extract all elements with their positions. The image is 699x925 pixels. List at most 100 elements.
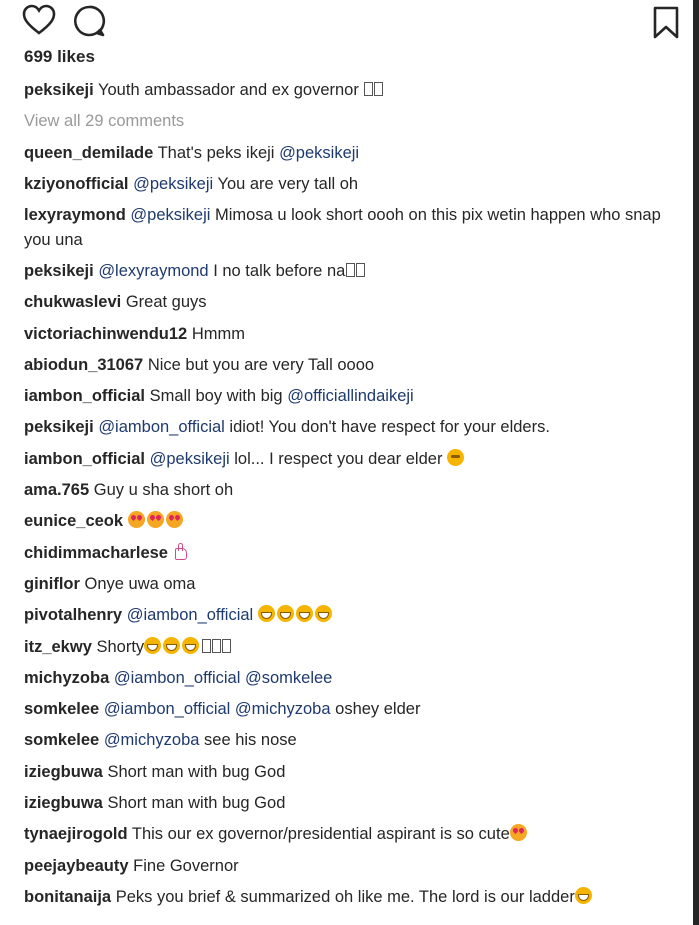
laughing-emoji-icon — [257, 605, 275, 623]
comment-text: Peks you brief & summarized oh like me. … — [115, 887, 575, 906]
comment-row: iziegbuwa Short man with bug God — [24, 760, 664, 785]
comment-row: chukwaslevi Great guys — [24, 290, 664, 315]
comment-text: That's peks ikeji — [157, 143, 275, 162]
comment-row: iambon_official @peksikeji lol... I resp… — [24, 447, 664, 472]
comment-text: Onye uwa oma — [84, 574, 196, 593]
comment-row: bonitanaija Peks you brief & summarized … — [24, 885, 664, 910]
mention-link[interactable]: @iambon_official — [127, 606, 254, 624]
bookmark-icon[interactable] — [652, 6, 680, 45]
comment-row: ama.765 Guy u sha short oh — [24, 478, 664, 503]
comment-text: You are very tall oh — [217, 174, 359, 193]
comment-username[interactable]: abiodun_31067 — [24, 356, 143, 374]
mention-link[interactable]: @officiallindaikeji — [287, 387, 414, 405]
comment-text: Short man with bug God — [107, 762, 286, 781]
comment-username[interactable]: somkelee — [24, 700, 99, 718]
comment-row: somkelee @michyzoba see his nose — [24, 728, 664, 753]
mention-link[interactable]: @michyzoba — [104, 731, 200, 749]
laughing-emoji-icon — [144, 636, 162, 654]
comment-username[interactable]: iziegbuwa — [24, 763, 103, 781]
comment-row: giniflor Onye uwa oma — [24, 572, 664, 597]
mention-link[interactable]: @lexyraymond — [98, 262, 208, 280]
comment-text: Fine Governor — [133, 856, 239, 875]
comment-text: I no talk before na — [213, 261, 346, 280]
comment-text: Great guys — [125, 293, 207, 312]
comment-row: somkelee @iambon_official @michyzoba osh… — [24, 697, 664, 722]
comment-text: see his nose — [204, 731, 297, 750]
comment-row: chidimmacharlese — [24, 541, 664, 566]
comment-text: Youth ambassador and ex governor — [98, 81, 359, 99]
comment-row: tynaejirogold This our ex governor/presi… — [24, 822, 664, 847]
mention-link[interactable]: @iambon_official — [104, 700, 231, 718]
comment-username[interactable]: peksikeji — [24, 81, 94, 99]
comment-bubble-icon[interactable] — [72, 4, 106, 43]
heart-eyes-emoji-icon — [127, 511, 145, 529]
mention-link[interactable]: @michyzoba — [235, 700, 331, 718]
comment-username[interactable]: lexyraymond — [24, 206, 126, 224]
comment-username[interactable]: queen_demilade — [24, 144, 153, 162]
laughing-emoji-icon — [574, 886, 592, 904]
comment-username[interactable]: iambon_official — [24, 387, 145, 405]
comment-username[interactable]: peejaybeauty — [24, 857, 129, 875]
comment-username[interactable]: michyzoba — [24, 669, 109, 687]
right-border — [693, 0, 699, 925]
comment-username[interactable]: iziegbuwa — [24, 794, 103, 812]
comment-row: peejaybeauty Fine Governor — [24, 854, 664, 879]
comment-username[interactable]: kziyonofficial — [24, 175, 129, 193]
thumbs-up-emoji-icon — [173, 542, 187, 560]
comment-username[interactable]: victoriachinwendu12 — [24, 325, 187, 343]
heart-eyes-emoji-icon — [509, 824, 527, 842]
horns-emoji-icon — [447, 448, 465, 466]
view-all-comments-link[interactable]: View all 29 comments — [24, 109, 664, 134]
comment-username[interactable]: bonitanaija — [24, 888, 111, 906]
comments-section: peksikeji Youth ambassador and ex govern… — [24, 78, 664, 916]
heart-eyes-emoji-icon — [165, 511, 183, 529]
comment-row: pivotalhenry @iambon_official — [24, 603, 664, 628]
mention-link[interactable]: @iambon_official — [98, 418, 225, 436]
mention-link[interactable]: @peksikeji — [150, 450, 230, 468]
comment-username[interactable]: chukwaslevi — [24, 293, 121, 311]
mention-link[interactable]: @peksikeji — [133, 175, 213, 193]
comment-text: idiot! You don't have respect for your e… — [229, 418, 550, 437]
comment-username[interactable]: peksikeji — [24, 262, 94, 280]
comment-row: victoriachinwendu12 Hmmm — [24, 322, 664, 347]
comment-row: kziyonofficial @peksikeji You are very t… — [24, 172, 664, 197]
laughing-emoji-icon — [314, 605, 332, 623]
comment-row: lexyraymond @peksikeji Mimosa u look sho… — [24, 203, 664, 252]
comment-username[interactable]: chidimmacharlese — [24, 544, 168, 562]
comment-text: Nice but you are very Tall oooo — [147, 355, 375, 374]
comment-row: queen_demilade That's peks ikeji @peksik… — [24, 141, 664, 166]
mention-link[interactable]: @peksikeji — [279, 144, 359, 162]
comment-username[interactable]: itz_ekwy — [24, 638, 92, 656]
heart-outline-icon[interactable] — [22, 4, 56, 41]
post-actions — [22, 4, 682, 40]
likes-count[interactable]: 699 likes — [24, 46, 95, 68]
comment-username[interactable]: ama.765 — [24, 481, 89, 499]
mention-link[interactable]: @peksikeji — [130, 206, 210, 224]
comment-row: peksikeji @lexyraymond I no talk before … — [24, 259, 664, 284]
comment-row: iambon_official Small boy with big @offi… — [24, 384, 664, 409]
laughing-emoji-icon — [163, 636, 181, 654]
comment-row: eunice_ceok — [24, 509, 664, 534]
comment-row: itz_ekwy Shorty — [24, 635, 664, 660]
comment-text: This our ex governor/presidential aspira… — [131, 825, 510, 844]
comment-username[interactable]: pivotalhenry — [24, 606, 122, 624]
comment-username[interactable]: peksikeji — [24, 418, 94, 436]
mention-link[interactable]: @somkelee — [245, 669, 332, 687]
comment-row: peksikeji @iambon_official idiot! You do… — [24, 415, 664, 440]
comment-text: Shorty — [96, 637, 145, 656]
comment-username[interactable]: eunice_ceok — [24, 512, 123, 530]
comment-username[interactable]: iambon_official — [24, 450, 145, 468]
laughing-emoji-icon — [182, 636, 200, 654]
mention-link[interactable]: @iambon_official — [114, 669, 241, 687]
heart-eyes-emoji-icon — [146, 511, 164, 529]
comment-text: oshey elder — [335, 700, 421, 719]
comment-row: michyzoba @iambon_official @somkelee — [24, 666, 664, 691]
comment-username[interactable]: tynaejirogold — [24, 825, 128, 843]
caption: peksikeji Youth ambassador and ex govern… — [24, 78, 664, 103]
comment-username[interactable]: giniflor — [24, 575, 80, 593]
laughing-emoji-icon — [295, 605, 313, 623]
comment-text: lol... I respect you dear elder — [234, 449, 443, 468]
comment-text: Short man with bug God — [107, 794, 286, 813]
comment-username[interactable]: somkelee — [24, 731, 99, 749]
comment-row: abiodun_31067 Nice but you are very Tall… — [24, 353, 664, 378]
